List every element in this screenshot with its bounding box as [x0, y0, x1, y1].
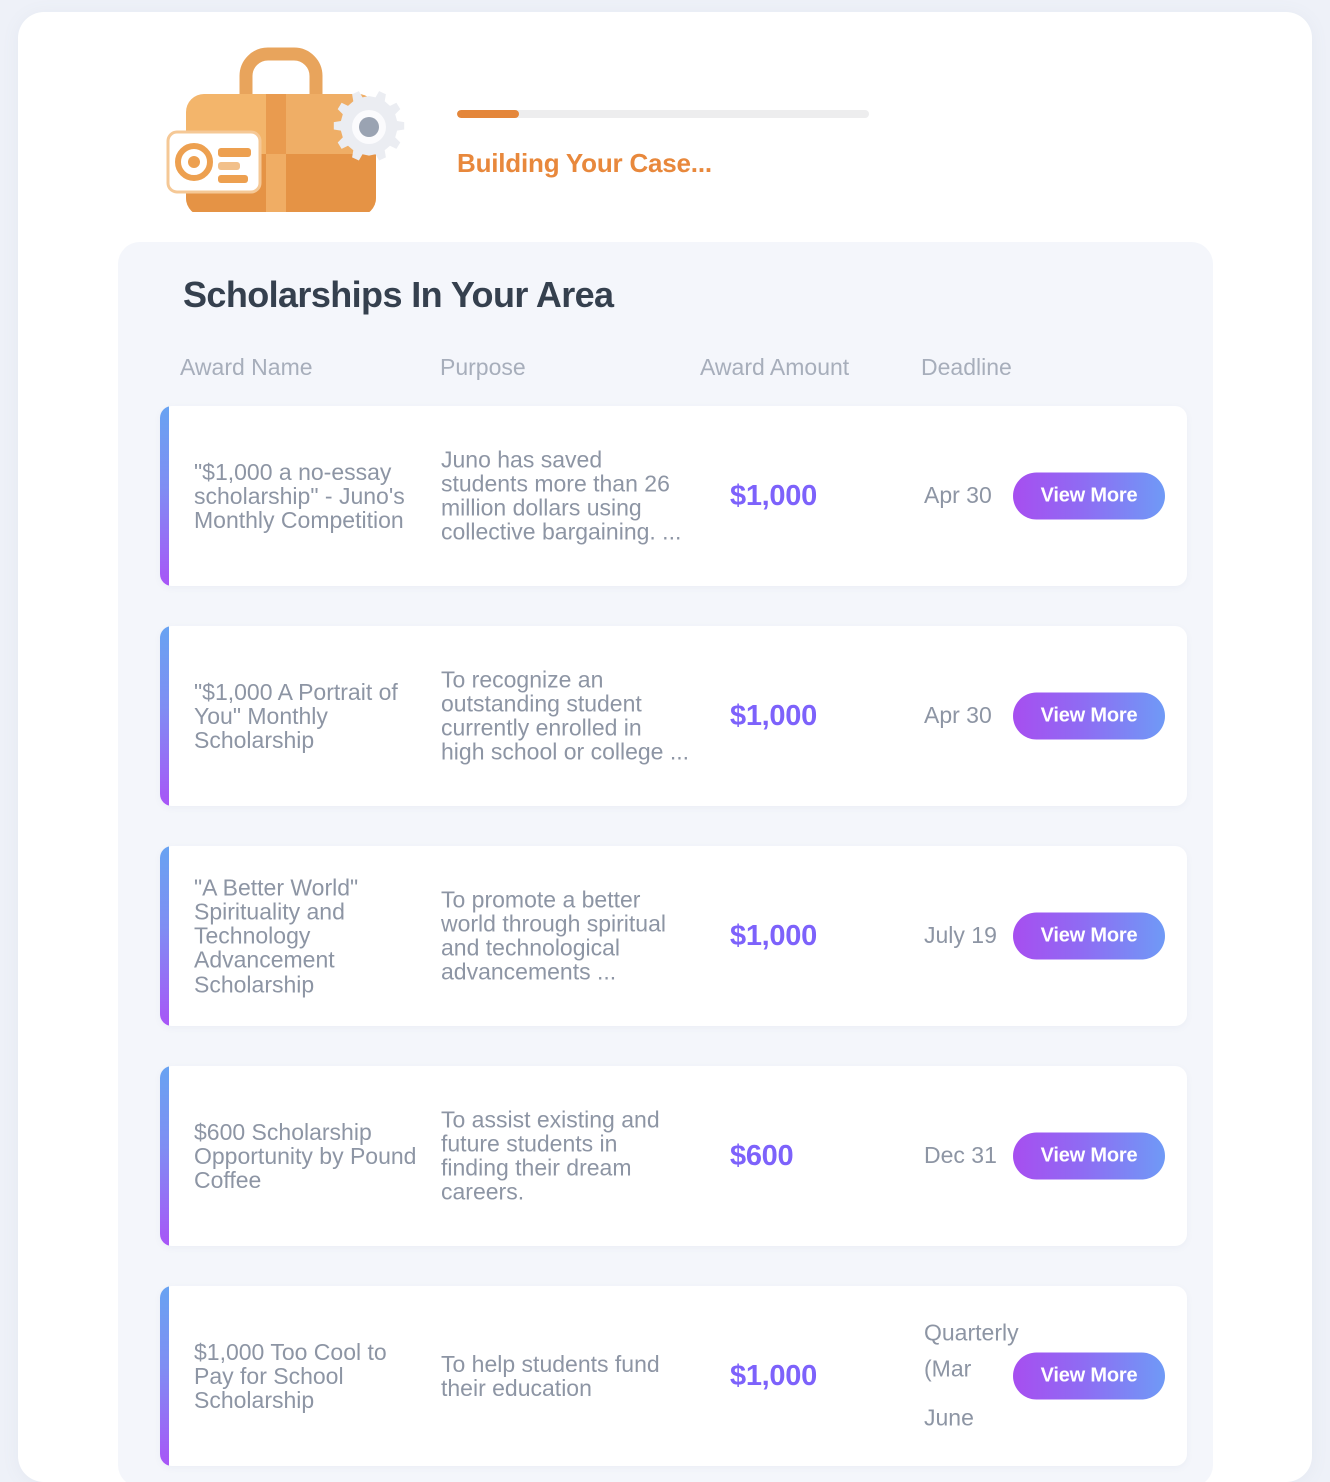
column-header-purpose: Purpose	[440, 354, 526, 380]
row-accent-bar	[160, 846, 169, 1026]
cell-purpose: To recognize an outstanding student curr…	[441, 666, 690, 766]
cell-award-amount: $1,000	[730, 479, 817, 512]
cell-award-amount: $1,000	[730, 1359, 817, 1392]
cell-award-name: "A Better World" Spirituality and Techno…	[194, 874, 359, 998]
view-more-button[interactable]: View More	[1013, 912, 1165, 960]
scholarships-panel: Scholarships In Your Area Award Name Pur…	[118, 242, 1213, 1482]
progress-bar	[457, 110, 869, 118]
app-card: Building Your Case... Scholarships In Yo…	[18, 12, 1312, 1482]
table-column-headers: Award Name Purpose Award Amount Deadline	[118, 354, 1213, 398]
view-more-button[interactable]: View More	[1013, 1352, 1165, 1400]
cell-award-name: $1,000 Too Cool to Pay for School Schola…	[194, 1338, 387, 1414]
column-header-award-name: Award Name	[180, 354, 313, 380]
page-header: Building Your Case...	[18, 12, 1312, 240]
table-row[interactable]: $1,000 Too Cool to Pay for School Schola…	[160, 1286, 1187, 1466]
view-more-button[interactable]: View More	[1013, 472, 1165, 520]
cell-purpose: To promote a better world through spirit…	[441, 886, 667, 986]
cell-purpose: To assist existing and future students i…	[441, 1106, 660, 1206]
row-accent-bar	[160, 1066, 169, 1246]
progress-block: Building Your Case...	[457, 110, 877, 179]
progress-bar-fill	[457, 110, 519, 118]
table-row[interactable]: "A Better World" Spirituality and Techno…	[160, 846, 1187, 1026]
page-title: Scholarships In Your Area	[183, 274, 614, 315]
cell-award-name: "$1,000 a no-essay scholarship" - Juno's…	[194, 458, 405, 534]
id-card-icon	[166, 130, 262, 194]
row-accent-bar	[160, 1286, 169, 1466]
row-accent-bar	[160, 406, 169, 586]
cell-award-name: "$1,000 A Portrait of You" Monthly Schol…	[194, 678, 398, 754]
deadline-line-2: June	[924, 1404, 974, 1431]
cell-purpose: Juno has saved students more than 26 mil…	[441, 446, 682, 546]
cell-award-amount: $600	[730, 1139, 794, 1172]
cell-award-amount: $1,000	[730, 699, 817, 732]
row-accent-bar	[160, 626, 169, 806]
column-header-award-amount: Award Amount	[700, 354, 850, 380]
cell-purpose: To help students fund their education	[441, 1350, 660, 1401]
deadline-line-1: Quarterly (Mar	[924, 1319, 1019, 1382]
progress-status-label: Building Your Case...	[457, 148, 712, 178]
scholarship-list: "$1,000 a no-essay scholarship" - Juno's…	[118, 406, 1213, 1482]
table-row[interactable]: "$1,000 A Portrait of You" Monthly Schol…	[160, 626, 1187, 806]
briefcase-gear-icon	[158, 36, 408, 216]
view-more-button[interactable]: View More	[1013, 1132, 1165, 1180]
column-header-deadline: Deadline	[921, 354, 1012, 380]
view-more-button[interactable]: View More	[1013, 692, 1165, 740]
table-row[interactable]: $600 Scholarship Opportunity by Pound Co…	[160, 1066, 1187, 1246]
table-row[interactable]: "$1,000 a no-essay scholarship" - Juno's…	[160, 406, 1187, 586]
cell-award-amount: $1,000	[730, 919, 817, 952]
cell-award-name: $600 Scholarship Opportunity by Pound Co…	[194, 1118, 417, 1194]
